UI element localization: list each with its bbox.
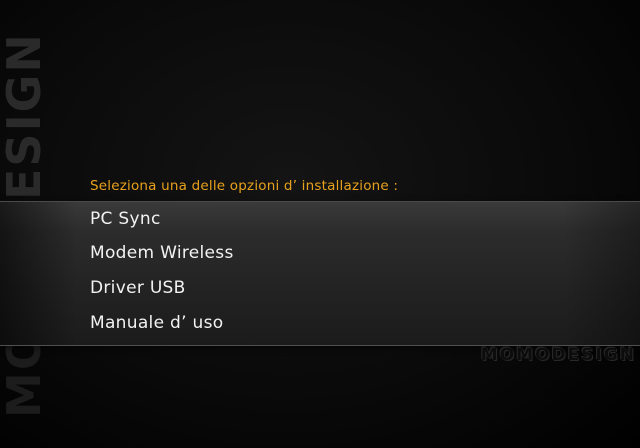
menu-item-driver-usb[interactable]: Driver USB — [90, 278, 186, 298]
menu-item-pc-sync[interactable]: PC Sync — [90, 209, 161, 229]
installation-prompt: Seleziona una delle opzioni d’ installaz… — [90, 178, 399, 194]
corner-brand-logo: MOMODESIGN — [480, 345, 636, 365]
menu-item-user-manual[interactable]: Manuale d’ uso — [90, 313, 223, 333]
menu-item-modem-wireless[interactable]: Modem Wireless — [90, 243, 234, 263]
